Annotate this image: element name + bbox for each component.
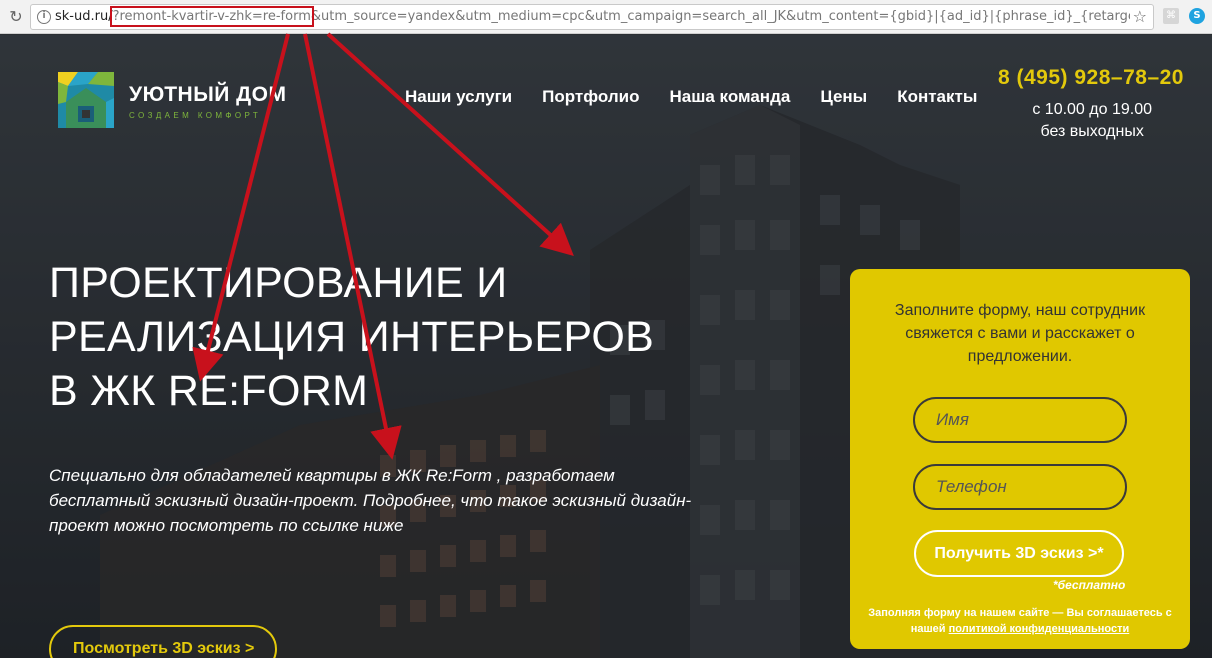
url-host: sk-ud.ru/ (55, 9, 113, 24)
reload-icon[interactable]: ↻ (6, 7, 26, 27)
hero-headline: ПРОЕКТИРОВАНИЕ И РЕАЛИЗАЦИЯ ИНТЕРЬЕРОВ В… (49, 259, 655, 415)
form-intro: Заполните форму, наш сотрудник свяжется … (894, 302, 1146, 365)
nav-item-prices[interactable]: Цены (820, 87, 867, 107)
info-icon[interactable]: i (37, 10, 51, 24)
consent-text: Заполняя форму на нашем сайте — Вы согла… (860, 605, 1180, 637)
bookmark-star-icon[interactable]: ☆ (1133, 7, 1147, 26)
url-highlighted-query: ?remont-kvartir-v-zhk=re-form (109, 6, 314, 27)
browser-toolbar: ↻ i sk-ud.ru/?remont-kvartir-v-zhk=re-fo… (0, 0, 1212, 34)
privacy-policy-link[interactable]: политикой конфиденциальности (949, 623, 1130, 635)
main-nav: Наши услуги Портфолио Наша команда Цены … (405, 87, 977, 107)
hours-line-2: без выходных (1040, 123, 1144, 140)
working-hours: с 10.00 до 19.00 без выходных (1032, 99, 1152, 143)
url-text[interactable]: sk-ud.ru/?remont-kvartir-v-zhk=re-form&u… (55, 5, 1130, 29)
hero-lead-text: Специально для обладателей квартиры в ЖК… (49, 466, 692, 535)
brand-name[interactable]: УЮТНЫЙ ДОМ (129, 83, 286, 107)
url-rest: &utm_source=yandex&utm_medium=cpc&utm_ca… (310, 9, 1130, 24)
nav-item-contacts[interactable]: Контакты (897, 87, 977, 107)
phone-input[interactable] (913, 464, 1127, 510)
nav-item-portfolio[interactable]: Портфолио (542, 87, 639, 107)
name-input[interactable] (913, 397, 1127, 443)
house-logo-icon[interactable] (58, 72, 114, 128)
free-note: *бесплатно (1053, 578, 1126, 592)
hours-line-1: с 10.00 до 19.00 (1032, 101, 1152, 118)
get-3d-sketch-button[interactable]: Получить 3D эскиз >* (914, 530, 1124, 577)
phone-number[interactable]: 8 (495) 928–78–20 (998, 66, 1184, 90)
view-3d-sketch-button[interactable]: Посмотреть 3D эскиз > (49, 625, 277, 658)
address-bar[interactable]: i sk-ud.ru/?remont-kvartir-v-zhk=re-form… (30, 4, 1154, 30)
nav-item-services[interactable]: Наши услуги (405, 87, 512, 107)
skype-extension-icon[interactable]: S (1189, 8, 1205, 24)
landing-page: УЮТНЫЙ ДОМ СОЗДАЕМ КОМФОРТ Наши услуги П… (0, 35, 1212, 658)
brand-tagline: СОЗДАЕМ КОМФОРТ (129, 111, 262, 120)
nav-item-team[interactable]: Наша команда (669, 87, 790, 107)
extension-icon[interactable]: ⌘ (1163, 8, 1179, 24)
lead-form-card: Заполните форму, наш сотрудник свяжется … (850, 269, 1190, 649)
